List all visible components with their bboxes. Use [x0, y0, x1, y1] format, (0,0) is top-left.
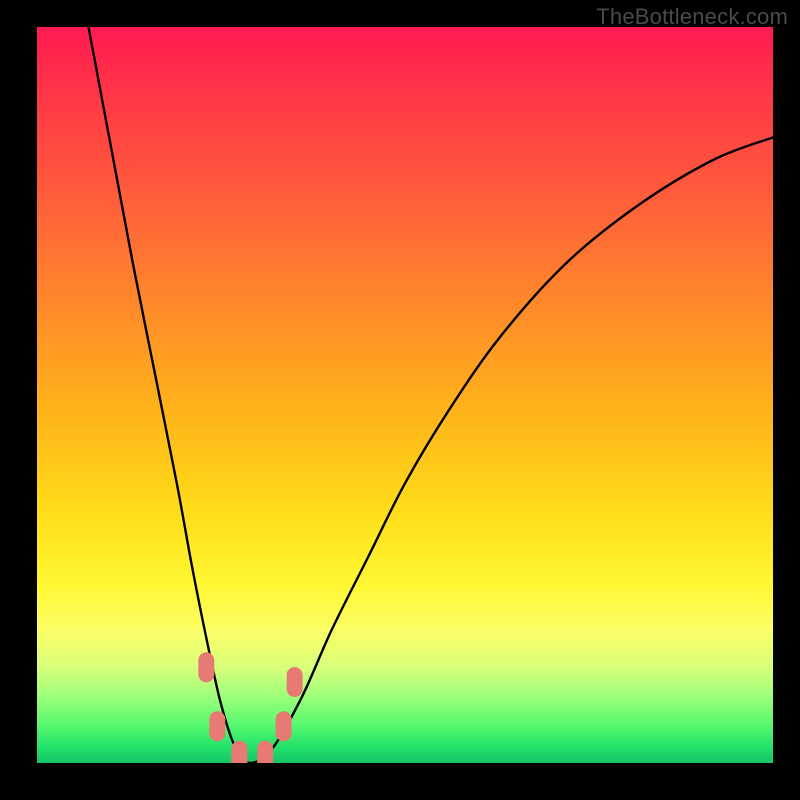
curve-marker	[209, 711, 225, 741]
curve-marker	[198, 652, 214, 682]
curve-marker	[276, 711, 292, 741]
curve-markers	[198, 652, 302, 763]
curve-marker	[231, 741, 247, 763]
curve-svg	[37, 27, 773, 763]
plot-area	[37, 27, 773, 763]
curve-marker	[287, 667, 303, 697]
bottleneck-curve	[89, 27, 774, 763]
curve-marker	[257, 741, 273, 763]
chart-frame: TheBottleneck.com	[0, 0, 800, 800]
